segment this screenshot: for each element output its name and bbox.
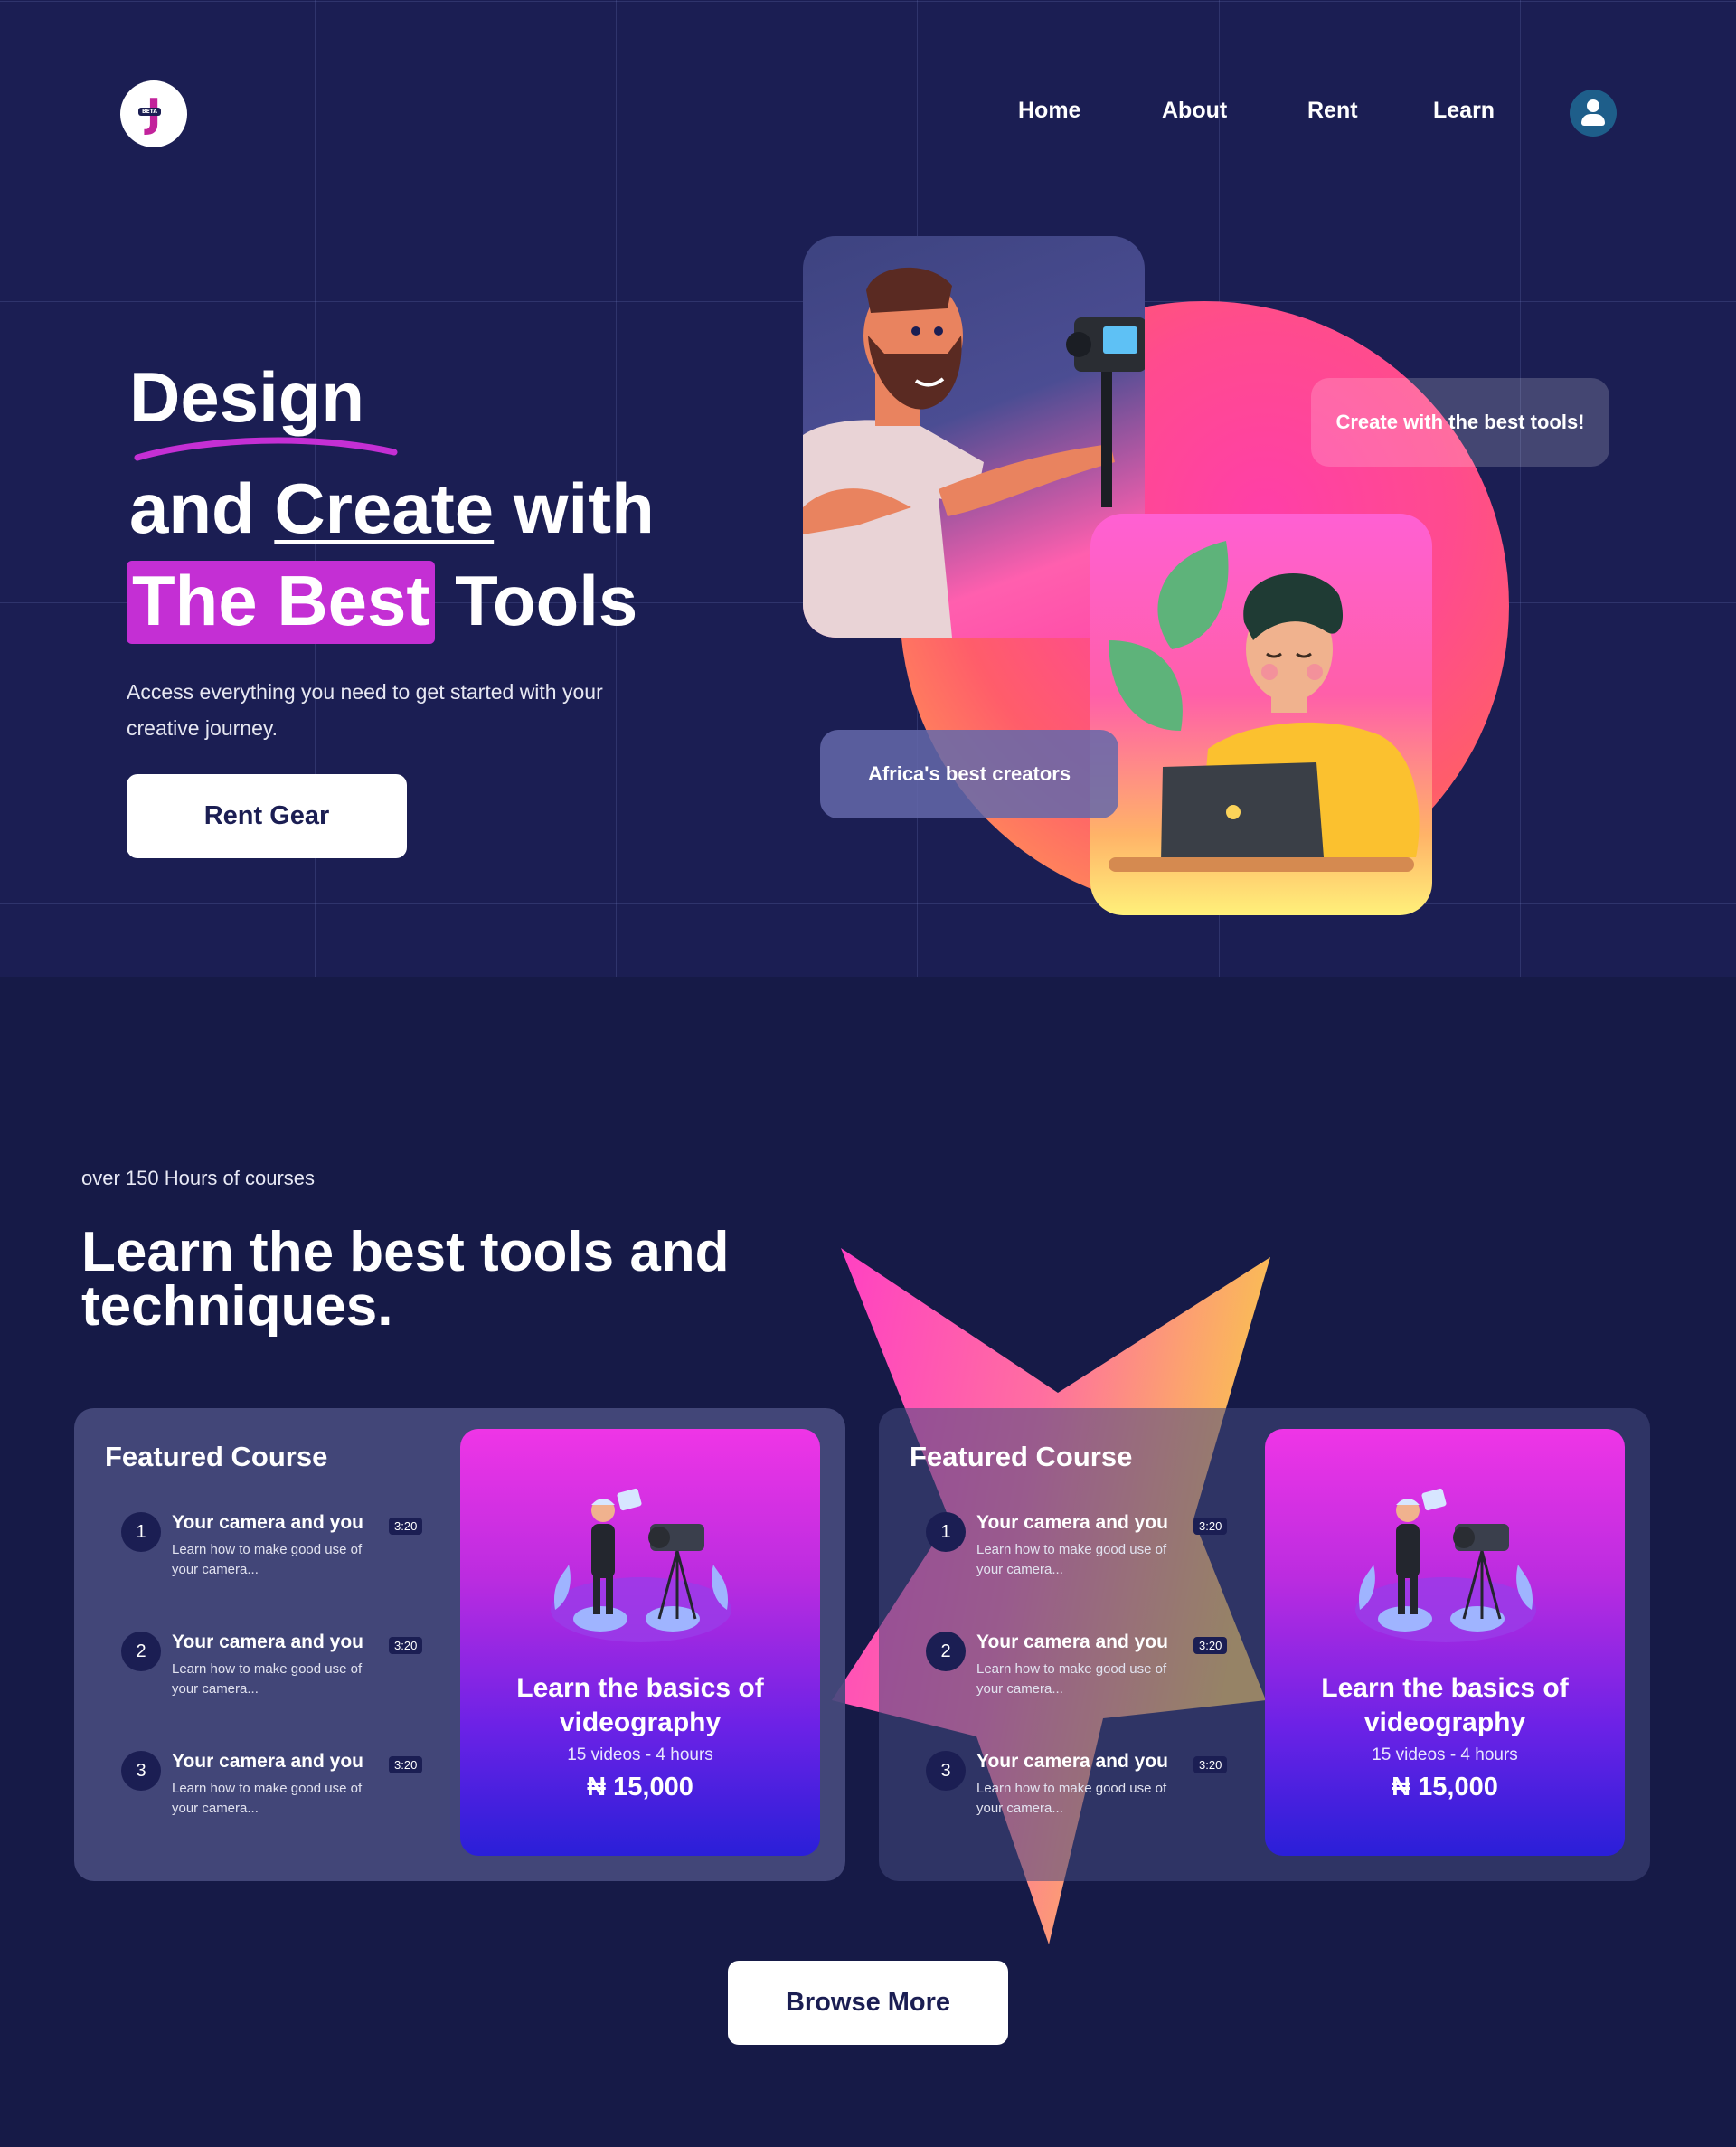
videographer-illustration [551, 1488, 731, 1642]
heading-text: Tools [435, 561, 638, 640]
lesson-description: Learn how to make good use of your camer… [172, 1661, 363, 1697]
lesson-duration: 3:20 [389, 1637, 423, 1654]
lesson-description: Learn how to make good use of your camer… [172, 1542, 363, 1577]
browse-more-button[interactable]: Browse More [728, 1961, 1008, 2045]
grid-line [0, 1, 1736, 2]
lesson-description: Learn how to make good use of your camer… [976, 1542, 1167, 1577]
swoosh-underline-icon [134, 437, 398, 461]
lesson-duration: 3:20 [389, 1518, 423, 1535]
creator-card [1090, 514, 1432, 915]
tools-tagline-pill: Create with the best tools! [1311, 378, 1609, 467]
lesson-duration: 3:20 [1194, 1518, 1228, 1535]
lesson-title: Your camera and you [976, 1632, 1169, 1652]
promo-meta: 15 videos - 4 hours [1372, 1745, 1518, 1764]
lesson-duration: 3:20 [1194, 1637, 1228, 1654]
courses-kicker: over 150 Hours of courses [81, 1167, 316, 1189]
grid-line [1520, 0, 1521, 977]
grid-line [0, 903, 1736, 904]
rent-gear-button[interactable]: Rent Gear [127, 774, 407, 858]
nav-home[interactable]: Home [1018, 98, 1080, 124]
panel-heading: Featured Course [910, 1441, 1133, 1472]
creators-tagline-pill: Africa's best creators [820, 730, 1118, 818]
promo-price: ₦ 15,000 [1392, 1773, 1498, 1802]
user-avatar-icon[interactable] [1570, 90, 1617, 137]
lesson-number: 2 [121, 1632, 161, 1671]
lesson-description: Learn how to make good use of your camer… [976, 1661, 1167, 1697]
hero-heading-line-3: The Best Tools [127, 561, 637, 644]
lesson-number: 2 [926, 1632, 966, 1671]
course-promo-card[interactable]: Learn the basics of videography 15 video… [1265, 1429, 1625, 1856]
lesson-description: Learn how to make good use of your camer… [172, 1781, 363, 1816]
lesson-number: 3 [926, 1751, 966, 1791]
brand-logo[interactable]: J BETA [120, 80, 187, 147]
nav-about[interactable]: About [1162, 98, 1227, 124]
lesson-duration: 3:20 [1194, 1756, 1228, 1773]
promo-meta: 15 videos - 4 hours [567, 1745, 713, 1764]
lesson-description: Learn how to make good use of your camer… [976, 1781, 1167, 1816]
hero-heading-line-1: Design [129, 357, 365, 437]
hero-heading-line-2: and Create with [129, 473, 655, 544]
lesson-item[interactable]: 1 Your camera and you Learn how to make … [121, 1512, 429, 1594]
lesson-duration: 3:20 [389, 1756, 423, 1773]
lesson-number: 1 [121, 1512, 161, 1552]
lesson-title: Your camera and you [976, 1751, 1169, 1772]
beta-badge: BETA [138, 108, 161, 116]
courses-title: Learn the best tools and techniques. [81, 1221, 730, 1338]
videographer-illustration [1355, 1488, 1536, 1642]
lesson-item[interactable]: 2 Your camera and you Learn how to make … [926, 1632, 1233, 1713]
featured-course-panel: Featured Course 1 Your camera and you Le… [879, 1408, 1650, 1881]
lesson-item[interactable]: 1 Your camera and you Learn how to make … [926, 1512, 1233, 1594]
lesson-item[interactable]: 2 Your camera and you Learn how to make … [121, 1632, 429, 1713]
heading-underlined-word: Create [274, 468, 495, 548]
lesson-title: Your camera and you [172, 1512, 364, 1533]
heading-text: with [494, 468, 655, 548]
promo-price: ₦ 15,000 [587, 1773, 693, 1802]
featured-course-panel: Featured Course 1 Your camera and you Le… [74, 1408, 845, 1881]
lesson-item[interactable]: 3 Your camera and you Learn how to make … [121, 1751, 429, 1832]
lesson-title: Your camera and you [172, 1751, 364, 1772]
hero-section: J BETA Home About Rent Learn Design and … [0, 0, 1736, 977]
lesson-number: 3 [121, 1751, 161, 1791]
heading-text: and [129, 468, 275, 548]
course-promo-card[interactable]: Learn the basics of videography 15 video… [460, 1429, 820, 1856]
hero-subtitle: Access everything you need to get starte… [127, 680, 603, 740]
creator-illustration [1109, 541, 1420, 872]
nav-learn[interactable]: Learn [1433, 98, 1495, 124]
promo-title: Learn the basics of videography [516, 1673, 764, 1737]
lesson-title: Your camera and you [172, 1632, 364, 1652]
promo-title: Learn the basics of videography [1321, 1673, 1569, 1737]
lesson-item[interactable]: 3 Your camera and you Learn how to make … [926, 1751, 1233, 1832]
lesson-title: Your camera and you [976, 1512, 1169, 1533]
nav-rent[interactable]: Rent [1307, 98, 1358, 124]
panel-heading: Featured Course [105, 1441, 328, 1472]
heading-highlight: The Best [127, 561, 436, 644]
lesson-number: 1 [926, 1512, 966, 1552]
